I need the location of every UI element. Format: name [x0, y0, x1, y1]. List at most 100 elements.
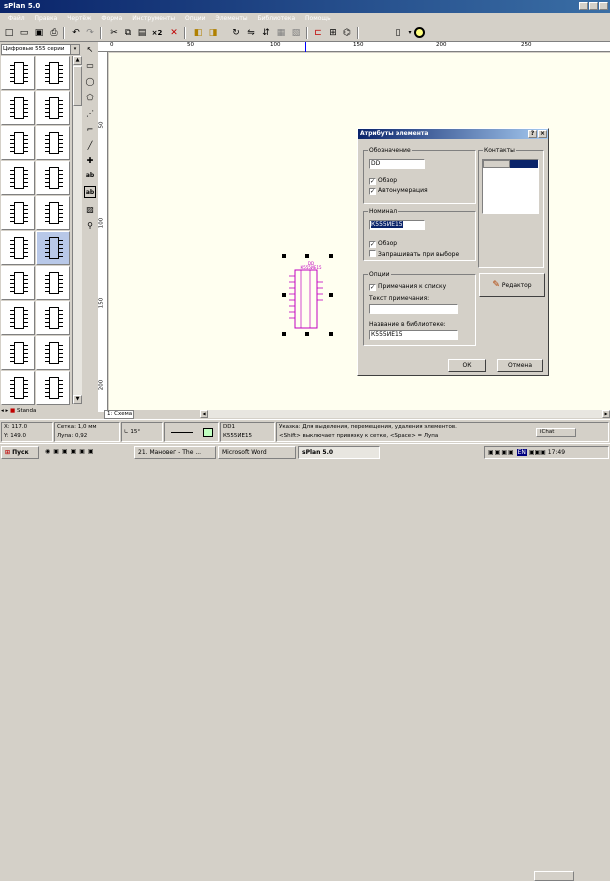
magnifier-icon[interactable]: ⚲ — [84, 220, 96, 232]
chevron-down-icon[interactable]: ▾ — [70, 45, 79, 54]
line-style-panel[interactable] — [164, 422, 219, 442]
mirror-h-icon[interactable]: ⇋ — [245, 27, 257, 39]
maximize-button[interactable] — [589, 2, 598, 10]
textbox-icon[interactable]: ab — [84, 186, 96, 198]
library-item[interactable] — [36, 56, 70, 90]
library-item[interactable] — [36, 371, 70, 405]
cut-icon[interactable]: ✂ — [108, 27, 120, 39]
library-item[interactable] — [1, 126, 35, 160]
copy-icon[interactable]: ⧉ — [122, 27, 134, 39]
scroll-left-icon[interactable]: ◀ — [200, 410, 208, 418]
task-splan[interactable]: sPlan 5.0 — [298, 446, 380, 459]
task-word[interactable]: Microsoft Word — [218, 446, 296, 459]
library-item[interactable] — [1, 371, 35, 405]
task-winamp[interactable]: 21. Мановег - The ... — [134, 446, 216, 459]
minimize-button[interactable] — [579, 2, 588, 10]
open-folder-icon[interactable]: ▭ — [18, 27, 30, 39]
polygon-icon[interactable]: ⬠ — [84, 92, 96, 104]
grid-icon[interactable]: ⊞ — [327, 27, 339, 39]
new-file-icon[interactable]: □ — [3, 27, 15, 39]
library-item[interactable] — [36, 91, 70, 125]
library-item[interactable] — [36, 196, 70, 230]
pointer-icon[interactable]: ↖ — [84, 44, 96, 56]
close-window-button[interactable] — [599, 2, 608, 10]
selection-handle[interactable] — [305, 332, 309, 336]
library-scroll-thumb[interactable] — [73, 66, 82, 106]
junction-icon[interactable]: ✚ — [84, 155, 96, 167]
library-tab-standard[interactable]: Standa — [17, 408, 36, 414]
dialog-close-button[interactable]: × — [538, 130, 547, 138]
library-item[interactable] — [36, 336, 70, 370]
selection-handle[interactable] — [329, 332, 333, 336]
library-item[interactable] — [1, 196, 35, 230]
library-item[interactable] — [1, 91, 35, 125]
menu-elements[interactable]: Элементы — [216, 15, 248, 22]
menu-drawing[interactable]: Чертёж — [67, 15, 91, 22]
library-item[interactable] — [1, 266, 35, 300]
sheet-tab[interactable]: 1: Схема — [104, 410, 134, 419]
line-icon[interactable]: ╱ — [84, 140, 96, 152]
start-button[interactable]: ⊞ Пуск — [1, 446, 39, 459]
selection-handle[interactable] — [305, 254, 309, 258]
library-select[interactable]: Цифровые 555 серии ▾ — [1, 44, 80, 55]
autonumber-checkbox[interactable]: ✓ Автонумерация — [369, 187, 428, 195]
duplicate-button[interactable]: ×2 — [151, 27, 163, 39]
page-icon[interactable]: ▯ — [392, 27, 404, 39]
selection-handle[interactable] — [282, 293, 286, 297]
chip-symbol[interactable] — [287, 268, 327, 330]
menu-options[interactable]: Опции — [185, 15, 206, 22]
library-item[interactable] — [36, 231, 70, 265]
ok-button[interactable]: ОК — [448, 359, 486, 372]
nominal-input[interactable]: К555ИЕ15 — [369, 220, 425, 230]
selection-handle[interactable] — [282, 254, 286, 258]
library-scrollbar[interactable]: ▲ ▼ — [72, 56, 82, 404]
image-icon[interactable]: ▨ — [84, 204, 96, 216]
redo-icon[interactable]: ↷ — [84, 27, 96, 39]
menu-shape[interactable]: Форма — [101, 15, 122, 22]
polyline-icon[interactable]: ⋰ — [84, 108, 96, 120]
menu-tools[interactable]: Инструменты — [132, 15, 175, 22]
delete-icon[interactable]: ✕ — [168, 27, 180, 39]
menu-help[interactable]: Помощь — [305, 15, 331, 22]
mirror-v-icon[interactable]: ⇵ — [260, 27, 272, 39]
ichat-mini-window[interactable]: iChat — [536, 428, 576, 437]
menu-file[interactable]: Файл — [8, 15, 25, 22]
selection-handle[interactable] — [329, 293, 333, 297]
connector-icon[interactable]: ⊏ — [312, 27, 324, 39]
library-item[interactable] — [36, 161, 70, 195]
canvas-hscrollbar[interactable]: ◀ ▶ — [200, 410, 610, 418]
binoculars-icon[interactable]: ⌬ — [341, 27, 353, 39]
zoom-icon[interactable] — [414, 27, 425, 38]
contact-item-selected[interactable] — [510, 160, 538, 168]
library-item[interactable] — [1, 336, 35, 370]
menu-edit[interactable]: Правка — [35, 15, 58, 22]
library-item[interactable] — [1, 231, 35, 265]
nominal-show-checkbox[interactable]: ✓ Обзор — [369, 240, 397, 248]
print-icon[interactable]: ⎙ — [48, 27, 60, 39]
group-icon[interactable]: ▦ — [275, 27, 287, 39]
contacts-list[interactable] — [482, 159, 539, 214]
text-icon[interactable]: ab — [84, 170, 96, 182]
notes-input[interactable] — [369, 304, 458, 314]
paste-icon[interactable]: ▤ — [136, 27, 148, 39]
library-item[interactable] — [1, 161, 35, 195]
ask-on-select-checkbox[interactable]: Запрашивать при выборе — [369, 250, 459, 259]
editor-button[interactable]: ✎ Редактор — [479, 273, 545, 297]
tray-more-icons[interactable]: ▣▣▣ — [529, 449, 546, 456]
rectangle-icon[interactable]: ▭ — [84, 60, 96, 72]
ellipse-icon[interactable]: ◯ — [84, 76, 96, 88]
library-name-input[interactable]: К555ИЕ15 — [369, 330, 458, 340]
designation-input[interactable]: DD — [369, 159, 425, 169]
scroll-right-icon[interactable]: ▶ — [602, 410, 610, 418]
to-front-icon[interactable]: ◧ — [192, 27, 204, 39]
selection-handle[interactable] — [282, 332, 286, 336]
dialog-help-button[interactable]: ? — [528, 130, 537, 138]
library-item[interactable] — [36, 126, 70, 160]
language-indicator[interactable]: EN — [516, 449, 527, 456]
library-item[interactable] — [1, 56, 35, 90]
tab-next-icon[interactable]: ▸ — [6, 408, 9, 414]
undo-icon[interactable]: ↶ — [70, 27, 82, 39]
tab-prev-icon[interactable]: ◂ — [1, 408, 4, 414]
designation-show-checkbox[interactable]: ✓ Обзор — [369, 177, 397, 185]
library-item[interactable] — [1, 301, 35, 335]
